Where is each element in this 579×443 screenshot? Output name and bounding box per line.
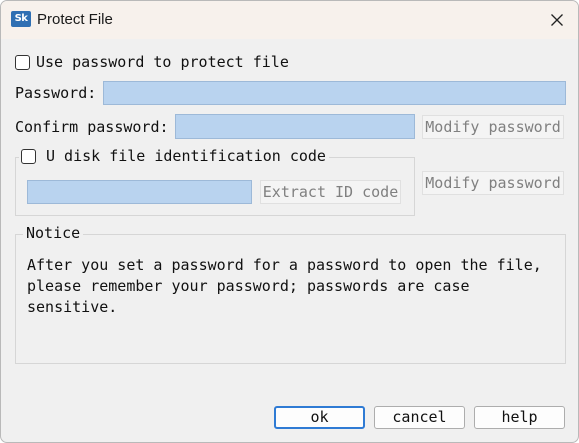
help-button[interactable]: help bbox=[474, 406, 565, 429]
udisk-checkbox[interactable] bbox=[21, 149, 36, 164]
protect-file-dialog: Sk Protect File Use password to protect … bbox=[0, 0, 579, 443]
udisk-id-input[interactable] bbox=[27, 180, 252, 204]
udisk-group-header: U disk file identification code bbox=[19, 147, 329, 167]
extract-id-button[interactable]: Extract ID code bbox=[260, 180, 401, 204]
cancel-button[interactable]: cancel bbox=[374, 406, 465, 429]
confirm-password-input[interactable] bbox=[175, 114, 415, 139]
udisk-checkbox-label: U disk file identification code bbox=[46, 147, 326, 165]
use-password-label: Use password to protect file bbox=[36, 53, 289, 71]
close-button[interactable] bbox=[539, 5, 575, 35]
modify-password-button[interactable]: Modify password bbox=[422, 115, 564, 139]
notice-text: After you set a password for a password … bbox=[27, 256, 542, 316]
dialog-title: Protect File bbox=[37, 11, 113, 28]
ok-button[interactable]: ok bbox=[274, 406, 365, 429]
notice-title: Notice bbox=[23, 224, 84, 242]
close-icon bbox=[551, 14, 563, 26]
title-bar: Sk Protect File bbox=[1, 1, 578, 39]
use-password-checkbox[interactable] bbox=[15, 55, 30, 70]
app-logo-icon: Sk bbox=[11, 11, 31, 27]
confirm-password-label: Confirm password: bbox=[15, 118, 169, 136]
password-label: Password: bbox=[15, 84, 97, 102]
udisk-modify-password-button[interactable]: Modify password bbox=[422, 171, 564, 195]
password-input[interactable] bbox=[103, 81, 566, 105]
